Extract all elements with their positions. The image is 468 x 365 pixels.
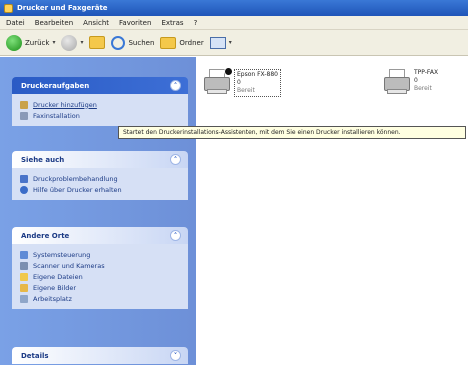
menu-edit[interactable]: Bearbeiten [35, 19, 73, 27]
printer-tasks-box: Druckeraufgaben ˄ Drucker hinzufügen Fax… [12, 77, 188, 126]
help-book-icon [20, 174, 28, 183]
pictures-folder-icon [20, 283, 28, 292]
folders-button[interactable]: Ordner [160, 36, 204, 49]
my-computer-link[interactable]: Arbeitsplatz [20, 293, 180, 304]
printer-tasks-body: Drucker hinzufügen Faxinstallation [12, 94, 188, 126]
help-icon [20, 185, 28, 194]
printer-list: Epson FX-880 0 Bereit TPP-FAX 0 Bereit [196, 57, 468, 365]
task-pane: Druckeraufgaben ˄ Drucker hinzufügen Fax… [0, 57, 196, 365]
menu-file[interactable]: Datei [6, 19, 25, 27]
menu-view[interactable]: Ansicht [83, 19, 109, 27]
window-title: Drucker und Faxgeräte [17, 4, 108, 12]
chevron-down-icon[interactable]: ▾ [52, 39, 55, 46]
folder-up-icon [89, 36, 106, 49]
collapse-icon[interactable]: ˄ [170, 230, 181, 241]
toolbar: Zurück ▾ ▾ Suchen Ordner ▾ [0, 30, 468, 56]
search-button[interactable]: Suchen [111, 35, 155, 50]
views-button[interactable]: ▾ [209, 36, 232, 49]
collapse-icon[interactable]: ˄ [170, 80, 181, 91]
printer-tasks-header[interactable]: Druckeraufgaben ˄ [12, 77, 188, 94]
printer-item[interactable]: TPP-FAX 0 Bereit [384, 69, 438, 95]
title-bar: Drucker und Faxgeräte [0, 0, 468, 16]
see-also-body: Druckproblembehandlung Hilfe über Drucke… [12, 168, 188, 200]
chevron-down-icon[interactable]: ▾ [80, 39, 83, 46]
views-icon [209, 36, 226, 49]
my-pictures-link[interactable]: Eigene Bilder [20, 282, 180, 293]
search-icon [111, 35, 126, 50]
fax-icon [20, 111, 28, 120]
scanner-icon [20, 261, 28, 270]
add-printer-icon [20, 100, 28, 109]
back-arrow-icon [6, 34, 22, 51]
printer-tasks-title: Druckeraufgaben [21, 81, 90, 90]
control-panel-icon [20, 250, 28, 259]
printer-status: Bereit [237, 87, 255, 94]
documents-folder-icon [20, 272, 28, 281]
details-box: Details ˅ [12, 347, 188, 364]
printer-name: Epson FX-880 [237, 71, 278, 78]
back-button[interactable]: Zurück ▾ [6, 34, 55, 51]
control-panel-link[interactable]: Systemsteuerung [20, 249, 180, 260]
printer-jobs: 0 [237, 79, 241, 86]
menu-favorites[interactable]: Favoriten [119, 19, 151, 27]
collapse-icon[interactable]: ˄ [170, 154, 181, 165]
see-also-box: Siehe auch ˄ Druckproblembehandlung Hilf… [12, 151, 188, 200]
other-places-box: Andere Orte ˄ Systemsteuerung Scanner un… [12, 227, 188, 309]
forward-arrow-icon [61, 34, 78, 51]
printer-status: Bereit [414, 85, 432, 92]
search-label: Suchen [128, 38, 155, 47]
forward-button[interactable]: ▾ [61, 34, 83, 51]
default-printer-icon [224, 67, 233, 76]
printer-name: TPP-FAX [414, 69, 439, 76]
printer-jobs: 0 [414, 77, 418, 84]
other-places-body: Systemsteuerung Scanner und Kameras Eige… [12, 244, 188, 309]
other-places-header[interactable]: Andere Orte ˄ [12, 227, 188, 244]
menu-tools[interactable]: Extras [161, 19, 183, 27]
details-title: Details [21, 351, 49, 360]
computer-icon [20, 294, 28, 303]
expand-icon[interactable]: ˅ [170, 350, 181, 361]
chevron-down-icon[interactable]: ▾ [229, 39, 232, 46]
printer-icon [204, 67, 233, 95]
other-places-title: Andere Orte [21, 231, 70, 240]
fax-setup-link[interactable]: Faxinstallation [20, 110, 180, 121]
see-also-header[interactable]: Siehe auch ˄ [12, 151, 188, 168]
details-header[interactable]: Details ˅ [12, 347, 188, 364]
folders-label: Ordner [179, 38, 204, 47]
menu-help[interactable]: ? [194, 19, 198, 27]
back-label: Zurück [25, 38, 50, 47]
tooltip: Startet den Druckerinstallations-Assiste… [118, 126, 466, 139]
my-documents-link[interactable]: Eigene Dateien [20, 271, 180, 282]
add-printer-link[interactable]: Drucker hinzufügen [20, 99, 180, 110]
folders-icon [160, 36, 177, 49]
troubleshoot-link[interactable]: Druckproblembehandlung [20, 173, 180, 184]
see-also-title: Siehe auch [21, 155, 65, 164]
up-button[interactable] [89, 36, 106, 49]
menu-bar: Datei Bearbeiten Ansicht Favoriten Extra… [0, 16, 468, 30]
printer-item[interactable]: Epson FX-880 0 Bereit [204, 67, 281, 97]
tooltip-text: Startet den Druckerinstallations-Assiste… [123, 129, 401, 136]
printer-help-link[interactable]: Hilfe über Drucker erhalten [20, 184, 180, 195]
printer-folder-icon [4, 3, 13, 13]
scanners-link[interactable]: Scanner und Kameras [20, 260, 180, 271]
printer-icon [384, 69, 410, 95]
